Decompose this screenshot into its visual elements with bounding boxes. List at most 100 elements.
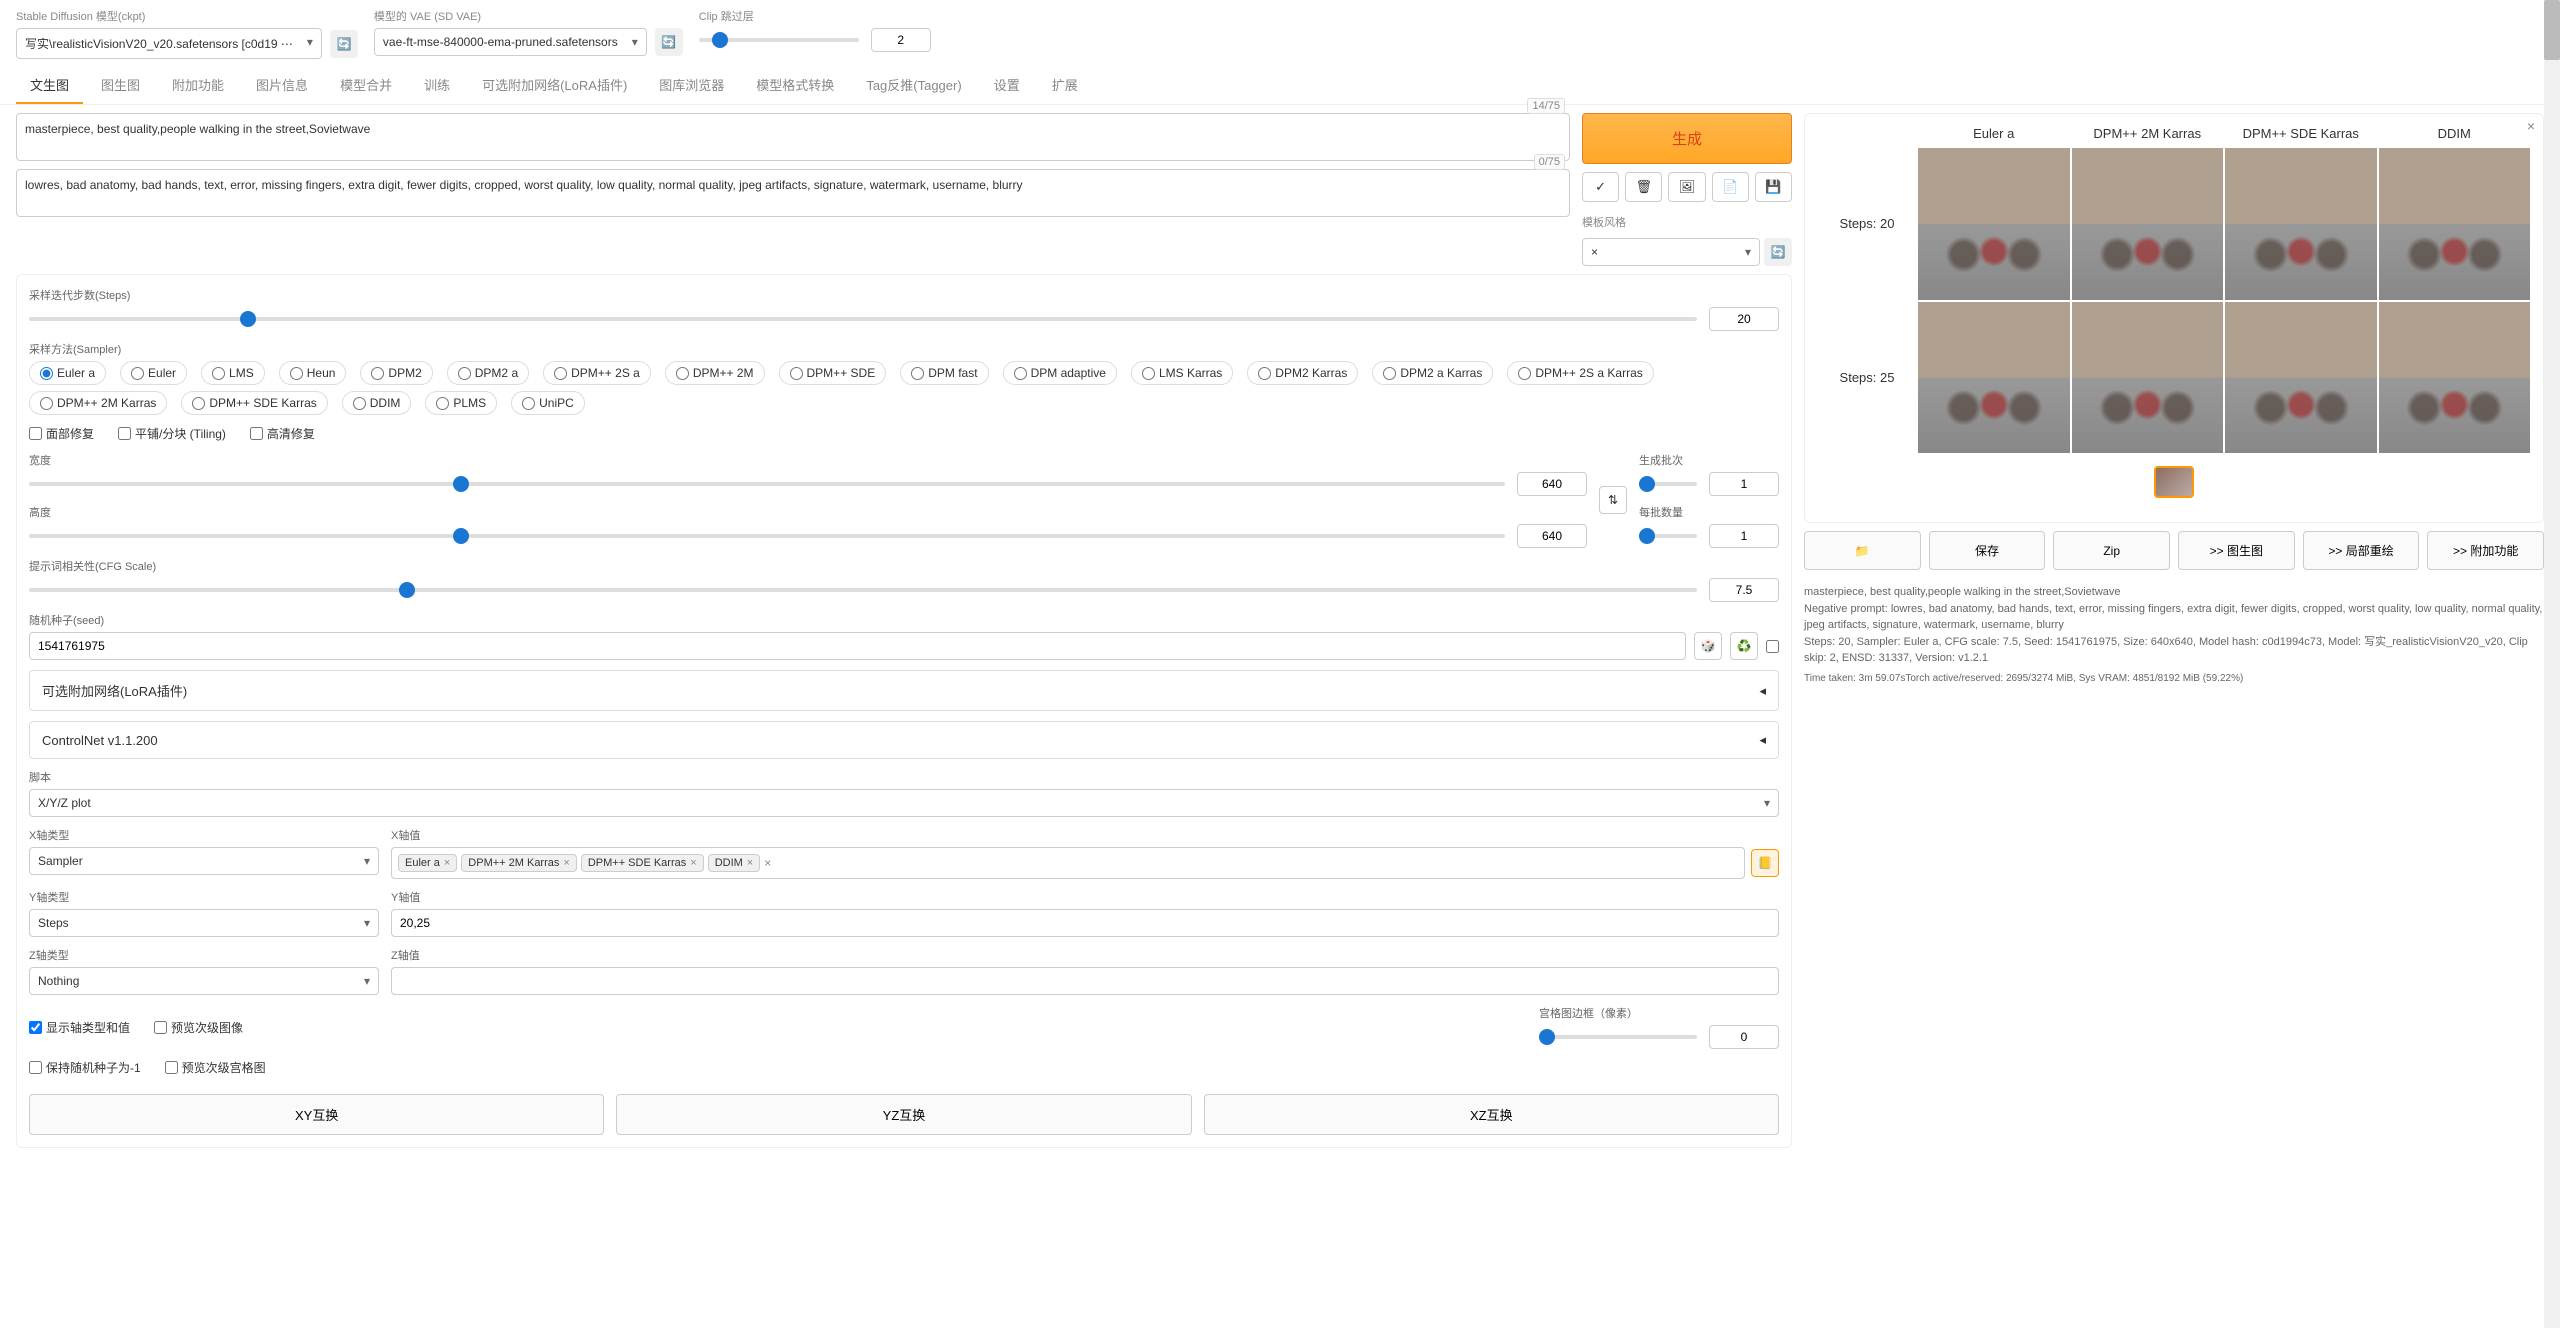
positive-prompt[interactable]: 14/75 masterpiece, best quality,people w… xyxy=(16,113,1570,161)
output-thumbnail[interactable] xyxy=(2154,466,2194,498)
hires-check[interactable]: 高清修复 xyxy=(250,425,315,442)
negative-prompt[interactable]: 0/75 lowres, bad anatomy, bad hands, tex… xyxy=(16,169,1570,217)
tab-tagger[interactable]: Tag反推(Tagger) xyxy=(852,67,975,104)
tab-txt2img[interactable]: 文生图 xyxy=(16,67,83,104)
x-val-input[interactable]: Euler a×DPM++ 2M Karras×DPM++ SDE Karras… xyxy=(391,847,1745,879)
width-value[interactable] xyxy=(1517,472,1587,496)
scrollbar[interactable] xyxy=(2544,0,2560,1328)
clear-tags-icon[interactable]: × xyxy=(764,856,771,870)
sampler-radio[interactable]: LMS xyxy=(201,361,265,385)
sampler-radio[interactable]: DPM adaptive xyxy=(1003,361,1117,385)
height-slider[interactable] xyxy=(29,534,1505,538)
sampler-radio[interactable]: DPM++ SDE Karras xyxy=(181,391,327,415)
output-image[interactable] xyxy=(2224,147,2378,301)
width-slider[interactable] xyxy=(29,482,1505,486)
tag-remove-icon[interactable]: × xyxy=(690,857,696,869)
sampler-radio[interactable]: DPM2 a xyxy=(447,361,529,385)
subgrid-check[interactable]: 预览次级图像 xyxy=(154,1005,243,1049)
sampler-radio[interactable]: DPM++ 2S a Karras xyxy=(1507,361,1653,385)
style-clear[interactable]: × xyxy=(1591,245,1598,259)
sampler-radio[interactable]: DPM2 xyxy=(360,361,432,385)
output-image[interactable] xyxy=(1917,301,2071,455)
sampler-radio[interactable]: DDIM xyxy=(342,391,412,415)
tab-img2img[interactable]: 图生图 xyxy=(87,67,154,104)
clip-skip-value[interactable] xyxy=(871,28,931,52)
output-image[interactable] xyxy=(2071,301,2225,455)
sampler-radio[interactable]: LMS Karras xyxy=(1131,361,1233,385)
z-val-input[interactable] xyxy=(391,967,1779,995)
save-button[interactable]: 保存 xyxy=(1929,531,2046,570)
z-type-select[interactable]: Nothing xyxy=(29,967,379,995)
generate-button[interactable]: 生成 xyxy=(1582,113,1792,164)
send-img2img-button[interactable]: >> 图生图 xyxy=(2178,531,2295,570)
tag[interactable]: Euler a× xyxy=(398,854,457,872)
sampler-radio[interactable]: UniPC xyxy=(511,391,585,415)
zip-button[interactable]: Zip xyxy=(2053,531,2170,570)
margin-value[interactable] xyxy=(1709,1025,1779,1049)
extra-seed-check[interactable] xyxy=(1766,640,1779,653)
refresh-icon[interactable]: 🔄 xyxy=(330,30,358,58)
script-select[interactable]: X/Y/Z plot xyxy=(29,789,1779,817)
cfg-value[interactable] xyxy=(1709,578,1779,602)
recycle-icon[interactable]: ♻️ xyxy=(1730,632,1758,660)
apply-icon[interactable]: ✓ xyxy=(1582,172,1619,202)
lora-accordion[interactable]: 可选附加网络(LoRA插件)◂ xyxy=(29,670,1779,711)
refresh-icon[interactable]: 🔄 xyxy=(655,28,683,56)
refresh-icon[interactable]: 🔄 xyxy=(1764,238,1792,266)
tab-extensions[interactable]: 扩展 xyxy=(1038,67,1092,104)
book-icon[interactable]: 📒 xyxy=(1751,849,1779,877)
legend-check[interactable]: 显示轴类型和值 xyxy=(29,1005,130,1049)
vae-select[interactable]: vae-ft-mse-840000-ema-pruned.safetensors xyxy=(374,28,647,56)
sampler-radio[interactable]: PLMS xyxy=(425,391,497,415)
style-select[interactable]: × xyxy=(1582,238,1760,266)
send-inpaint-button[interactable]: >> 局部重绘 xyxy=(2303,531,2420,570)
tab-convert[interactable]: 模型格式转换 xyxy=(742,67,848,104)
x-type-select[interactable]: Sampler xyxy=(29,847,379,875)
save-icon[interactable]: 💾 xyxy=(1755,172,1792,202)
sampler-radio[interactable]: DPM fast xyxy=(900,361,988,385)
output-image[interactable] xyxy=(2071,147,2225,301)
sampler-radio[interactable]: Heun xyxy=(279,361,347,385)
output-image[interactable] xyxy=(2378,301,2532,455)
tab-extras[interactable]: 附加功能 xyxy=(158,67,238,104)
tag-remove-icon[interactable]: × xyxy=(444,857,450,869)
output-image[interactable] xyxy=(1917,147,2071,301)
tab-pnginfo[interactable]: 图片信息 xyxy=(242,67,322,104)
margin-slider[interactable] xyxy=(1539,1035,1697,1039)
swap-dimensions-button[interactable]: ⇅ xyxy=(1599,486,1627,514)
sampler-radio[interactable]: DPM++ 2M xyxy=(665,361,765,385)
model-select[interactable]: 写实\realisticVisionV20_v20.safetensors [c… xyxy=(16,28,322,59)
sampler-radio[interactable]: DPM2 Karras xyxy=(1247,361,1358,385)
tab-lora[interactable]: 可选附加网络(LoRA插件) xyxy=(468,67,641,104)
batch-size-slider[interactable] xyxy=(1639,534,1697,538)
sampler-radio[interactable]: Euler a xyxy=(29,361,106,385)
batch-count-value[interactable] xyxy=(1709,472,1779,496)
tag[interactable]: DPM++ SDE Karras× xyxy=(581,854,704,872)
subgrid2-check[interactable]: 预览次级宫格图 xyxy=(165,1059,266,1076)
output-image[interactable] xyxy=(2224,301,2378,455)
tag-remove-icon[interactable]: × xyxy=(563,857,569,869)
swap-xz-button[interactable]: XZ互换 xyxy=(1204,1094,1779,1135)
steps-slider[interactable] xyxy=(29,317,1697,321)
trash-icon[interactable]: 🗑 xyxy=(1625,172,1662,202)
close-icon[interactable]: × xyxy=(2527,118,2535,134)
folder-button[interactable]: 📁 xyxy=(1804,531,1921,570)
steps-value[interactable] xyxy=(1709,307,1779,331)
height-value[interactable] xyxy=(1517,524,1587,548)
controlnet-accordion[interactable]: ControlNet v1.1.200◂ xyxy=(29,721,1779,759)
sampler-radio[interactable]: DPM++ 2M Karras xyxy=(29,391,167,415)
tiling-check[interactable]: 平铺/分块 (Tiling) xyxy=(118,425,226,442)
tab-train[interactable]: 训练 xyxy=(410,67,464,104)
clipboard-icon[interactable]: 📄 xyxy=(1712,172,1749,202)
sampler-radio[interactable]: DPM++ SDE xyxy=(779,361,887,385)
image-icon[interactable]: 🖼 xyxy=(1668,172,1705,202)
sampler-radio[interactable]: DPM2 a Karras xyxy=(1372,361,1493,385)
sampler-radio[interactable]: DPM++ 2S a xyxy=(543,361,651,385)
swap-yz-button[interactable]: YZ互换 xyxy=(616,1094,1191,1135)
sampler-radio[interactable]: Euler xyxy=(120,361,187,385)
tag[interactable]: DPM++ 2M Karras× xyxy=(461,854,577,872)
seed-input[interactable] xyxy=(29,632,1686,660)
tag[interactable]: DDIM× xyxy=(708,854,761,872)
tab-gallery[interactable]: 图库浏览器 xyxy=(645,67,738,104)
cfg-slider[interactable] xyxy=(29,588,1697,592)
